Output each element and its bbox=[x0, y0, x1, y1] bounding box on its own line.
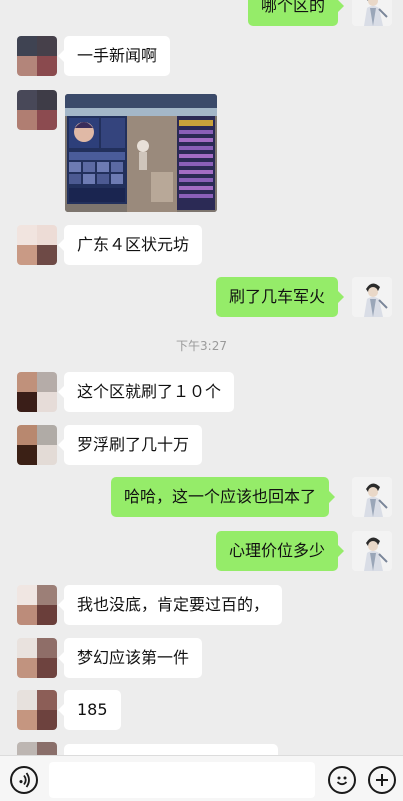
message-bubble-partial[interactable] bbox=[64, 744, 278, 755]
more-button[interactable] bbox=[368, 766, 396, 794]
message-row: 刷了几车军火 bbox=[0, 277, 403, 317]
plus-icon bbox=[376, 774, 388, 786]
message-bubble[interactable]: 广东４区状元坊 bbox=[57, 225, 203, 265]
message-row bbox=[0, 742, 403, 755]
avatar[interactable] bbox=[17, 225, 57, 265]
avatar[interactable] bbox=[352, 0, 392, 26]
voice-button[interactable] bbox=[10, 766, 38, 794]
message-bubble[interactable]: 心理价位多少 bbox=[216, 531, 345, 571]
avatar[interactable] bbox=[17, 90, 57, 130]
message-row: 广东４区状元坊 bbox=[0, 225, 403, 265]
avatar[interactable] bbox=[352, 531, 392, 571]
message-row: 罗浮刷了几十万 bbox=[0, 425, 403, 465]
avatar[interactable] bbox=[17, 372, 57, 412]
message-bubble[interactable]: 哪个区的 bbox=[248, 0, 345, 26]
message-bubble[interactable]: 这个区就刷了１０个 bbox=[57, 372, 235, 412]
message-row: 我也没底，肯定要过百的， bbox=[0, 585, 403, 625]
message-bubble[interactable]: 梦幻应该第一件 bbox=[57, 638, 203, 678]
avatar[interactable] bbox=[17, 690, 57, 730]
emoji-button[interactable] bbox=[328, 766, 356, 794]
avatar[interactable] bbox=[17, 425, 57, 465]
message-row: 梦幻应该第一件 bbox=[0, 638, 403, 678]
message-row: 哪个区的 bbox=[0, 0, 403, 26]
message-bubble[interactable]: 罗浮刷了几十万 bbox=[57, 425, 203, 465]
message-bubble[interactable]: 185 bbox=[58, 690, 121, 730]
avatar[interactable] bbox=[352, 477, 392, 517]
timestamp: 下午3:27 bbox=[176, 339, 227, 353]
message-bubble[interactable]: 我也没底，肯定要过百的， bbox=[57, 585, 283, 625]
message-bubble[interactable]: 哈哈，这一个应该也回本了 bbox=[111, 477, 336, 517]
avatar[interactable] bbox=[17, 742, 57, 755]
message-row: 185 bbox=[0, 690, 403, 730]
chat-area: 哪个区的 一手新闻啊 广东４区状元坊 刷了几车军火 下午3:27 这个区就刷了１… bbox=[0, 0, 403, 755]
message-row: 这个区就刷了１０个 bbox=[0, 372, 403, 412]
message-bubble[interactable]: 刷了几车军火 bbox=[216, 277, 345, 317]
message-row: 一手新闻啊 bbox=[0, 36, 403, 76]
avatar[interactable] bbox=[352, 277, 392, 317]
input-bar bbox=[0, 755, 403, 801]
message-input[interactable] bbox=[49, 762, 315, 798]
message-bubble[interactable]: 一手新闻啊 bbox=[57, 36, 171, 76]
voice-icon bbox=[19, 772, 30, 788]
emoji-icon bbox=[336, 776, 348, 786]
avatar[interactable] bbox=[17, 36, 57, 76]
game-screenshot-image[interactable] bbox=[65, 94, 217, 212]
avatar[interactable] bbox=[17, 585, 57, 625]
message-row: 哈哈，这一个应该也回本了 bbox=[0, 477, 403, 517]
message-row: 心理价位多少 bbox=[0, 531, 403, 571]
avatar[interactable] bbox=[17, 638, 57, 678]
